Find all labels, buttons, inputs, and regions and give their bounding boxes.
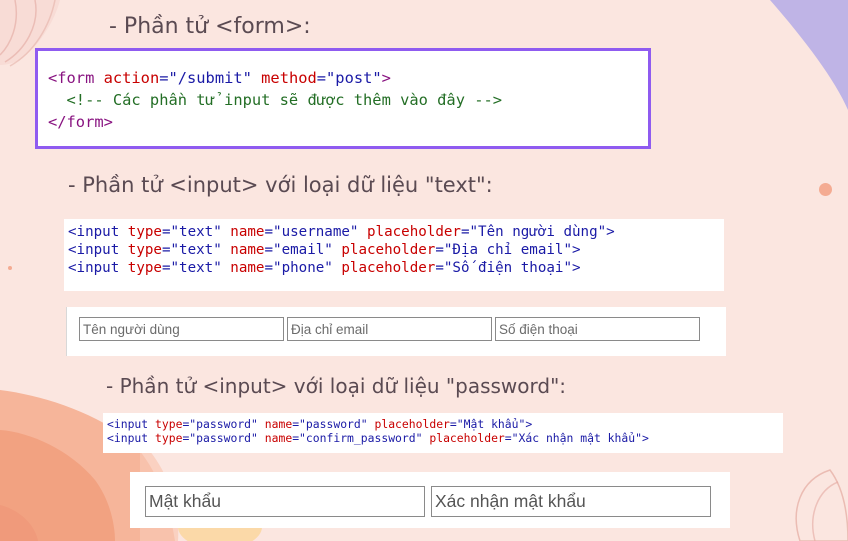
code-tag: > [572, 242, 581, 258]
code-value: ="text" [161, 224, 222, 240]
code-value: ="phone" [264, 260, 333, 276]
code-value: ="text" [161, 260, 222, 276]
password-input[interactable]: Mật khẩu [145, 486, 425, 517]
code-value: ="email" [264, 242, 333, 258]
heading-text-input: - Phần tử <input> với loại dữ liệu "text… [68, 173, 493, 197]
code-tag: <input [68, 242, 120, 258]
code-value: ="/submit" [159, 69, 252, 87]
code-value: ="Địa chỉ email" [435, 242, 572, 258]
code-attr: placeholder [332, 242, 436, 258]
password-input-preview: Mật khẩu Xác nhận mật khẩu [130, 472, 730, 528]
code-line: <input type="text" name="phone" placehol… [68, 260, 581, 276]
code-attr: name [257, 417, 293, 431]
phone-input[interactable]: Số điện thoại [495, 317, 700, 341]
code-line: <input type="password" name="confirm_pas… [107, 431, 649, 445]
code-value: ="password" [292, 417, 368, 431]
code-attr: placeholder [332, 260, 436, 276]
code-value: ="post" [316, 69, 382, 87]
code-attr: placeholder [422, 431, 505, 445]
code-attr: type [148, 431, 183, 445]
code-value: ="Xác nhận mật khẩu" [504, 431, 642, 445]
code-value: ="password" [182, 417, 258, 431]
code-line: <input type="text" name="email" placehol… [68, 242, 581, 258]
text-input-preview: Tên người dùng Địa chỉ email Số điện tho… [66, 307, 726, 356]
code-value: ="confirm_password" [292, 431, 423, 445]
code-comment: <!-- Các phần tử input sẽ được thêm vào … [48, 91, 503, 109]
code-tag: <input [68, 224, 120, 240]
code-tag-close: </form> [48, 113, 113, 131]
code-attr: type [119, 242, 162, 258]
code-attr: placeholder [358, 224, 461, 240]
code-value: ="text" [161, 242, 222, 258]
code-attr: type [148, 417, 183, 431]
code-attr: type [119, 224, 162, 240]
code-attr: name [221, 260, 265, 276]
code-value: ="password" [182, 431, 258, 445]
confirm-password-input[interactable]: Xác nhận mật khẩu [431, 486, 711, 517]
code-attr: type [119, 260, 162, 276]
code-tag: > [525, 417, 533, 431]
code-attr: method [251, 69, 317, 87]
code-tag: <input [68, 260, 120, 276]
code-tag: <form [48, 69, 95, 87]
email-input[interactable]: Địa chỉ email [287, 317, 492, 341]
code-value: ="Tên người dùng" [460, 224, 607, 240]
code-attr: action [94, 69, 160, 87]
text-input-code-block: <input type="text" name="username" place… [64, 219, 724, 291]
code-tag: <input [107, 431, 149, 445]
code-line: <input type="password" name="password" p… [107, 417, 532, 431]
code-value: ="Số điện thoại" [435, 260, 572, 276]
code-tag: > [641, 431, 649, 445]
username-input[interactable]: Tên người dùng [79, 317, 284, 341]
form-code-block: <form action="/submit" method="post"> <!… [35, 48, 651, 149]
code-tag: > [606, 224, 615, 240]
code-line-1: <form action="/submit" method="post"> [48, 69, 391, 87]
code-tag: <input [107, 417, 149, 431]
code-attr: name [221, 224, 265, 240]
heading-password-input: - Phần tử <input> với loại dữ liệu "pass… [106, 374, 567, 398]
password-input-code-block: <input type="password" name="password" p… [103, 413, 783, 453]
decorative-dot [819, 183, 832, 196]
code-line: <input type="text" name="username" place… [68, 224, 615, 240]
code-attr: name [257, 431, 293, 445]
code-tag: > [381, 69, 391, 87]
code-attr: placeholder [367, 417, 450, 431]
code-attr: name [221, 242, 265, 258]
code-value: ="username" [264, 224, 359, 240]
code-value: ="Mật khẩu" [449, 417, 526, 431]
heading-form-element: - Phần tử <form>: [109, 14, 311, 39]
decorative-dot-small [8, 266, 12, 270]
code-tag: > [572, 260, 581, 276]
